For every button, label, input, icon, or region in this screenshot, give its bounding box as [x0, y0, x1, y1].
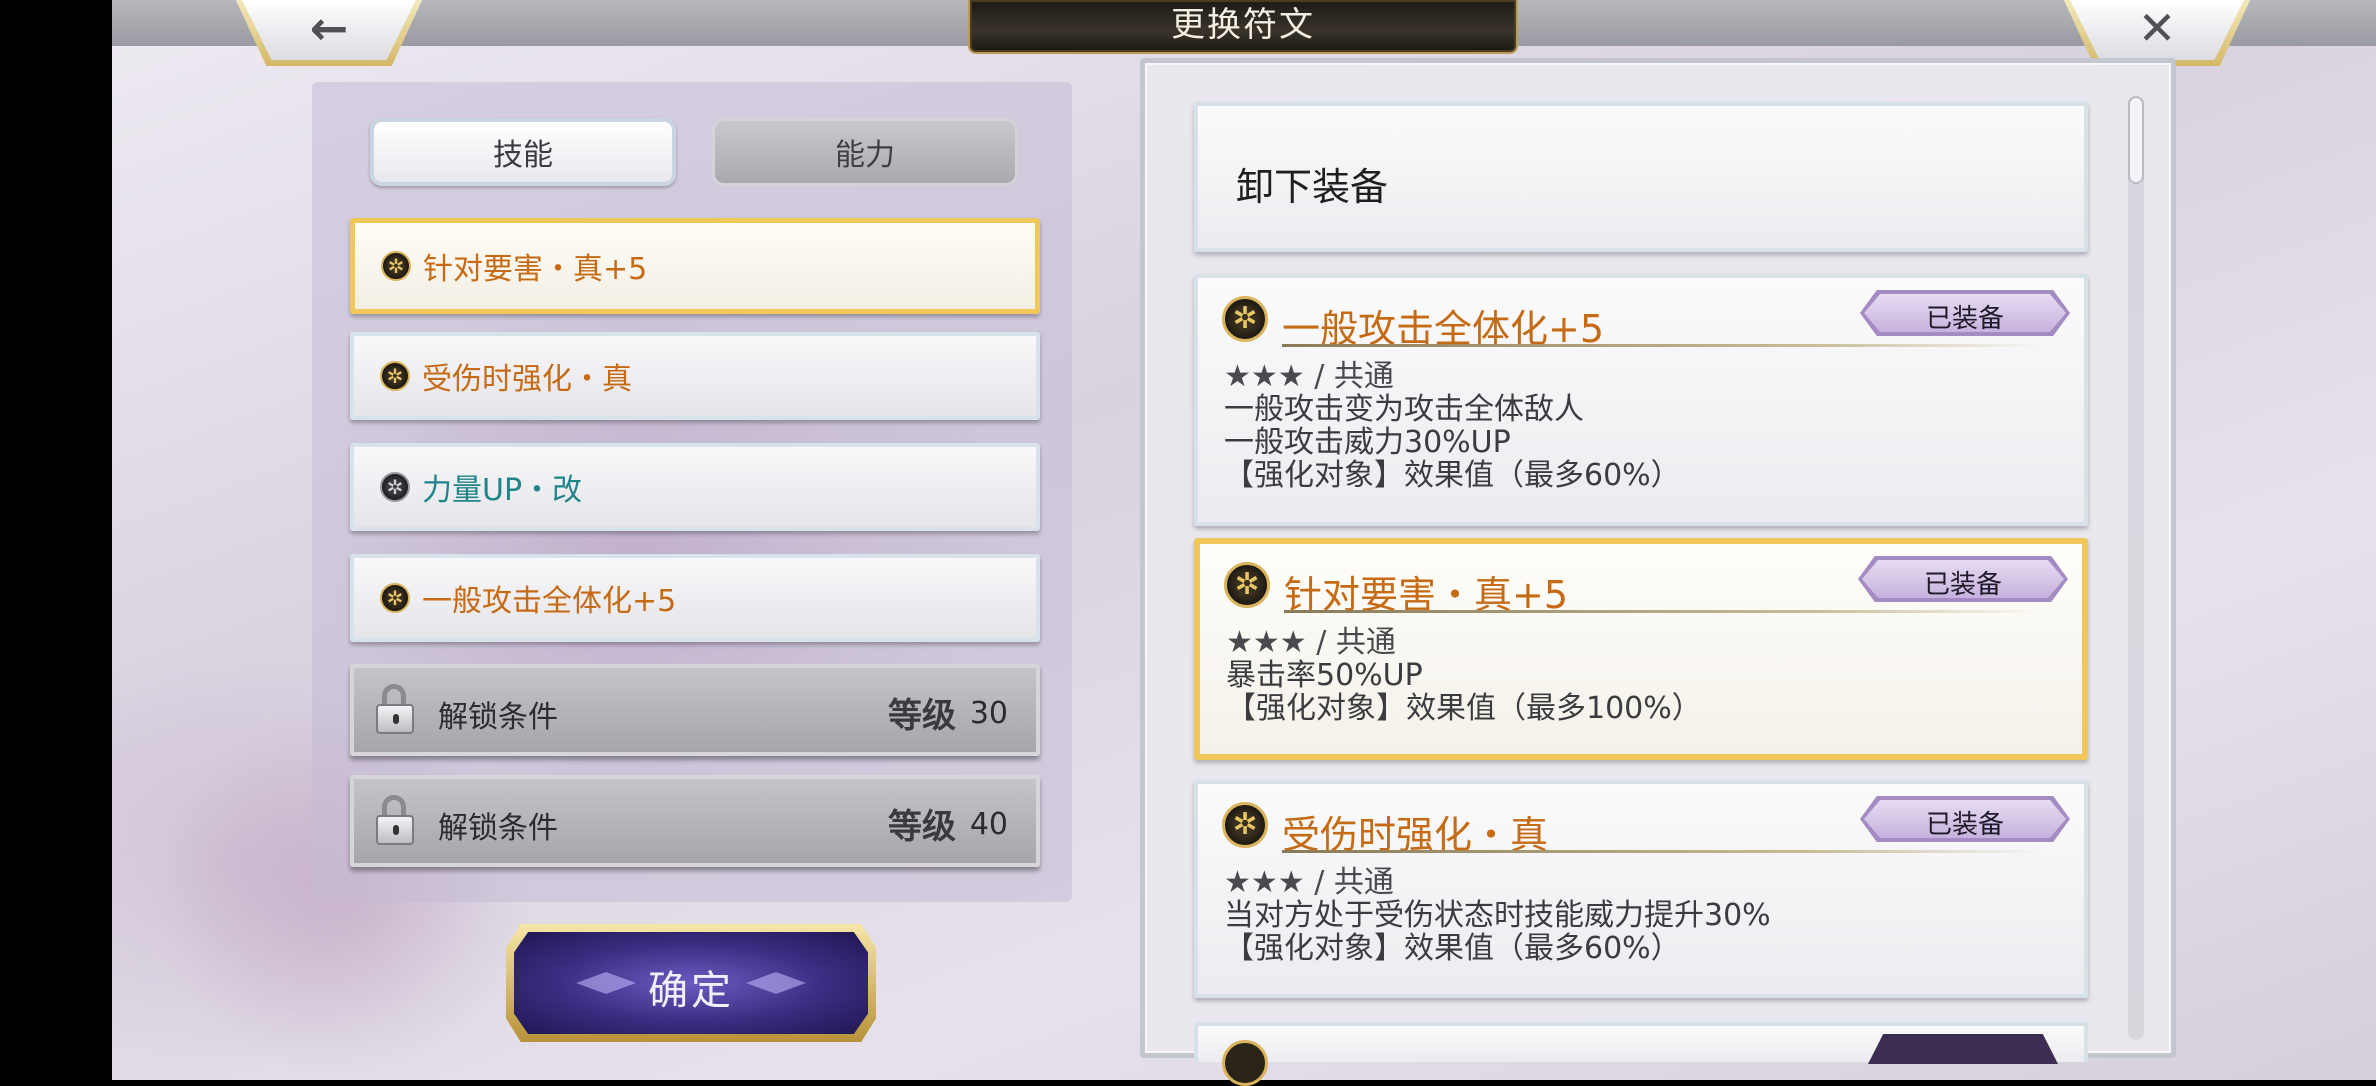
- rune-slot-label: 受伤时强化・真: [422, 362, 632, 397]
- rune-card-description: ★★★ / 共通 暴击率50%UP 【强化对象】效果值（最多100%）: [1226, 626, 1702, 725]
- rune-slot-label: 针对要害・真+5: [423, 252, 648, 287]
- confirm-label: 确定: [648, 968, 734, 1014]
- rune-icon: ✲: [1222, 802, 1268, 848]
- tab-skill-label: 技能: [493, 138, 553, 173]
- close-button[interactable]: ✕: [2062, 0, 2252, 66]
- unequip-button[interactable]: 卸下装备: [1194, 102, 2088, 252]
- tab-skill[interactable]: 技能: [370, 118, 676, 186]
- back-button[interactable]: ←: [234, 0, 424, 66]
- effect-line: 【强化对象】效果值（最多60%）: [1224, 458, 1681, 493]
- lock-icon: [376, 795, 416, 845]
- effect-line: 一般攻击变为攻击全体敌人: [1224, 392, 1584, 427]
- rune-icon: ✲: [380, 472, 410, 502]
- level-value: 30: [969, 696, 1008, 731]
- effect-line: 一般攻击威力30%UP: [1224, 425, 1511, 460]
- rarity-text: ★★★ / 共通: [1224, 359, 1394, 394]
- locked-slot: 解锁条件 等级 30: [350, 664, 1040, 756]
- rune-icon: ✲: [380, 583, 410, 613]
- rune-card-description: ★★★ / 共通 当对方处于受伤状态时技能威力提升30% 【强化对象】效果值（最…: [1224, 866, 1771, 965]
- lock-icon: [376, 684, 416, 734]
- rarity-text: ★★★ / 共通: [1226, 625, 1396, 660]
- equipped-badge: [1868, 1034, 2058, 1064]
- rune-slot-item[interactable]: ✲ 一般攻击全体化+5: [350, 554, 1040, 642]
- rune-slot-item[interactable]: ✲ 针对要害・真+5: [350, 218, 1040, 314]
- level-label: 等级: [888, 807, 956, 847]
- rune-card-partial[interactable]: [1194, 1022, 2088, 1086]
- equipped-badge-label: 已装备: [1925, 810, 2004, 840]
- equipped-badge: 已装备: [1858, 556, 2068, 602]
- page-title: 更换符文: [1171, 5, 1315, 45]
- rune-slot-label: 力量UP・改: [422, 473, 583, 508]
- confirm-button[interactable]: 确定: [506, 924, 876, 1042]
- effect-line: 暴击率50%UP: [1226, 658, 1423, 693]
- effect-line: 当对方处于受伤状态时技能威力提升30%: [1224, 898, 1771, 933]
- back-arrow-icon: ←: [309, 1, 349, 55]
- equipped-badge-label: 已装备: [1925, 304, 2004, 334]
- unlock-condition-label: 解锁条件: [438, 700, 558, 735]
- rune-slot-item[interactable]: ✲ 力量UP・改: [350, 443, 1040, 531]
- effect-line: 【强化对象】效果值（最多60%）: [1224, 931, 1681, 966]
- equipped-badge: 已装备: [1860, 290, 2070, 336]
- tab-ability-label: 能力: [835, 138, 895, 173]
- rune-icon: ✲: [380, 361, 410, 391]
- effect-line: 【强化对象】效果值（最多100%）: [1226, 691, 1702, 726]
- unlock-condition-label: 解锁条件: [438, 811, 558, 846]
- close-icon: ✕: [2137, 1, 2177, 55]
- rune-card[interactable]: ✲ 针对要害・真+5 已装备 ★★★ / 共通 暴击率50%UP 【强化对象】效…: [1194, 538, 2088, 760]
- rune-slot-item[interactable]: ✲ 受伤时强化・真: [350, 332, 1040, 420]
- unequip-label: 卸下装备: [1236, 165, 1389, 209]
- rune-card[interactable]: ✲ 一般攻击全体化+5 已装备 ★★★ / 共通 一般攻击变为攻击全体敌人 一般…: [1194, 274, 2088, 526]
- rune-icon: ✲: [1224, 562, 1270, 608]
- title-underline: [1282, 850, 2044, 853]
- locked-slot: 解锁条件 等级 40: [350, 775, 1040, 867]
- title-underline: [1282, 344, 2044, 347]
- level-value: 40: [969, 807, 1008, 842]
- rune-card[interactable]: ✲ 受伤时强化・真 已装备 ★★★ / 共通 当对方处于受伤状态时技能威力提升3…: [1194, 780, 2088, 998]
- title-plate: 更换符文: [968, 0, 1518, 54]
- rune-slot-label: 一般攻击全体化+5: [422, 584, 677, 619]
- tab-ability[interactable]: 能力: [712, 118, 1018, 186]
- level-label: 等级: [888, 696, 956, 736]
- scrollbar-thumb[interactable]: [2128, 96, 2144, 184]
- rarity-text: ★★★ / 共通: [1224, 865, 1394, 900]
- equipped-badge-label: 已装备: [1923, 570, 2002, 600]
- rune-icon: ✲: [1222, 296, 1268, 342]
- rune-icon: [1222, 1040, 1268, 1086]
- equipped-badge: 已装备: [1860, 796, 2070, 842]
- title-underline: [1284, 610, 2042, 613]
- rune-icon: ✲: [381, 251, 411, 281]
- scrollbar-track[interactable]: [2128, 96, 2144, 1040]
- rune-card-description: ★★★ / 共通 一般攻击变为攻击全体敌人 一般攻击威力30%UP 【强化对象】…: [1224, 360, 1681, 492]
